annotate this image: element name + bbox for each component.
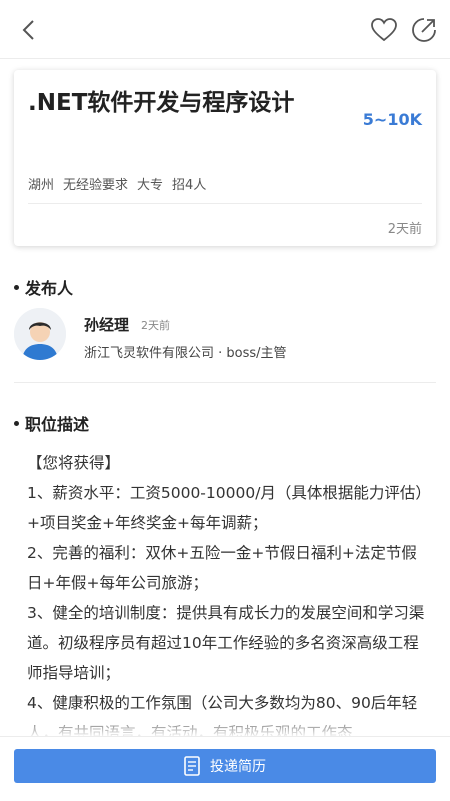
job-title: .NET软件开发与程序设计 — [28, 90, 295, 116]
avatar[interactable] — [14, 308, 66, 360]
publisher-section-title: 发布人 — [14, 275, 73, 299]
tag-education: 大专 — [137, 178, 164, 193]
description-section-label: 职位描述 — [25, 415, 90, 434]
resume-icon — [184, 756, 200, 776]
job-tags: 湖州 无经验要求 大专 招4人 — [28, 174, 206, 193]
description-section-title: 职位描述 — [14, 411, 89, 435]
salary: 5~10K — [362, 110, 422, 129]
description-line: 3、健全的培训制度：提供具有成长力的发展空间和学习渠道。初级程序员有超过10年工… — [27, 604, 425, 682]
publisher-company: 浙江飞灵软件有限公司 · boss/主管 — [84, 346, 287, 361]
apply-button[interactable]: 投递简历 — [14, 749, 436, 783]
description-line: 2、完善的福利：双休+五险一金+节假日福利+法定节假日+年假+每年公司旅游； — [27, 544, 417, 592]
publisher-section-label: 发布人 — [25, 279, 74, 298]
share-icon — [412, 18, 436, 42]
tag-location: 湖州 — [28, 178, 55, 193]
publisher-time: 2天前 — [141, 319, 170, 332]
bullet-icon — [14, 284, 19, 290]
bullet-icon — [14, 420, 19, 426]
description-fade — [0, 712, 450, 738]
tag-headcount: 招4人 — [172, 178, 207, 193]
share-button[interactable] — [408, 14, 440, 46]
back-button[interactable] — [13, 14, 45, 46]
avatar-icon — [14, 308, 66, 360]
section-divider — [14, 382, 436, 383]
heart-icon — [371, 18, 397, 42]
apply-button-label: 投递简历 — [210, 759, 266, 775]
card-divider — [28, 203, 422, 204]
top-nav-bar — [0, 0, 450, 59]
bottom-action-bar: 投递简历 — [0, 736, 450, 801]
favorite-button[interactable] — [368, 14, 400, 46]
job-description: 【您将获得】 1、薪资水平：工资5000-10000/月（具体根据能力评估）+项… — [27, 448, 427, 736]
publisher-name: 孙经理 — [84, 316, 130, 334]
description-line: 1、薪资水平：工资5000-10000/月（具体根据能力评估）+项目奖金+年终奖… — [27, 484, 424, 532]
description-line: 【您将获得】 — [27, 454, 121, 472]
chevron-left-icon — [22, 20, 34, 40]
job-summary-card: .NET软件开发与程序设计 5~10K 湖州 无经验要求 大专 招4人 2天前 — [14, 70, 436, 246]
tag-experience: 无经验要求 — [63, 178, 129, 193]
posted-time: 2天前 — [387, 222, 422, 237]
